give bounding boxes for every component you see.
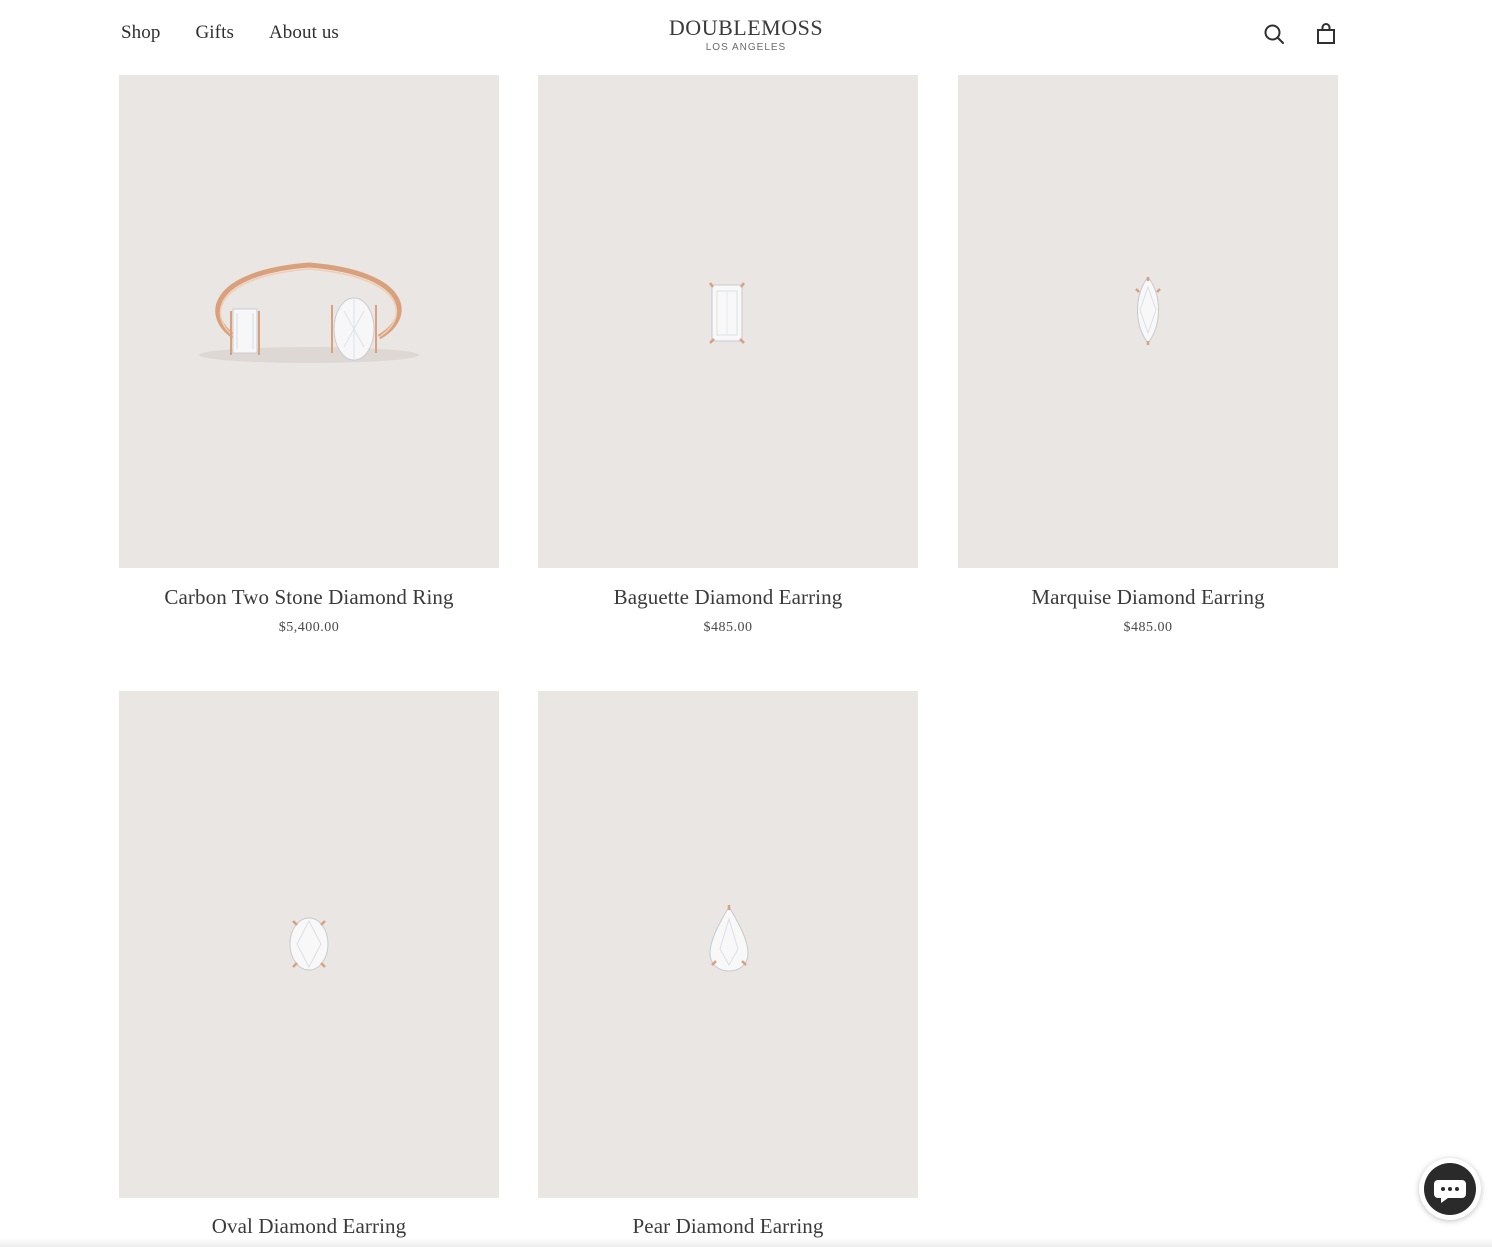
chat-button[interactable]: [1419, 1158, 1481, 1220]
ring-image: [199, 262, 419, 363]
site-header: Shop Gifts About us DOUBLEMOSS LOS ANGEL…: [0, 0, 1492, 70]
product-image[interactable]: [538, 75, 918, 568]
product-name[interactable]: Pear Diamond Earring: [538, 1214, 918, 1239]
search-icon[interactable]: [1262, 22, 1286, 46]
product-name[interactable]: Baguette Diamond Earring: [538, 585, 918, 610]
product-name[interactable]: Oval Diamond Earring: [119, 1214, 499, 1239]
oval-earring-image: [289, 917, 329, 971]
bottom-edge: [0, 1238, 1492, 1247]
product-image[interactable]: [538, 691, 918, 1198]
chat-bubble-icon: [1424, 1163, 1476, 1215]
product-name[interactable]: Marquise Diamond Earring: [958, 585, 1338, 610]
product-price: $485.00: [1123, 620, 1173, 635]
pear-earring-image: [709, 905, 749, 972]
product-price: $5,400.00: [278, 620, 340, 635]
cart-icon[interactable]: [1314, 22, 1338, 46]
product-image[interactable]: [119, 75, 499, 568]
product-price: $485.00: [703, 620, 753, 635]
product-card[interactable]: Marquise Diamond Earring $485.00: [958, 75, 1338, 636]
product-card[interactable]: Pear Diamond Earring: [538, 691, 918, 1239]
product-name[interactable]: Carbon Two Stone Diamond Ring: [119, 585, 499, 610]
marquise-earring-image: [1135, 276, 1161, 345]
product-image[interactable]: [119, 691, 499, 1198]
product-image[interactable]: [958, 75, 1338, 568]
product-card[interactable]: Oval Diamond Earring: [119, 691, 499, 1239]
product-card[interactable]: Carbon Two Stone Diamond Ring $5,400.00: [119, 75, 499, 636]
product-card[interactable]: Baguette Diamond Earring $485.00: [538, 75, 918, 636]
baguette-earring-image: [709, 282, 745, 344]
